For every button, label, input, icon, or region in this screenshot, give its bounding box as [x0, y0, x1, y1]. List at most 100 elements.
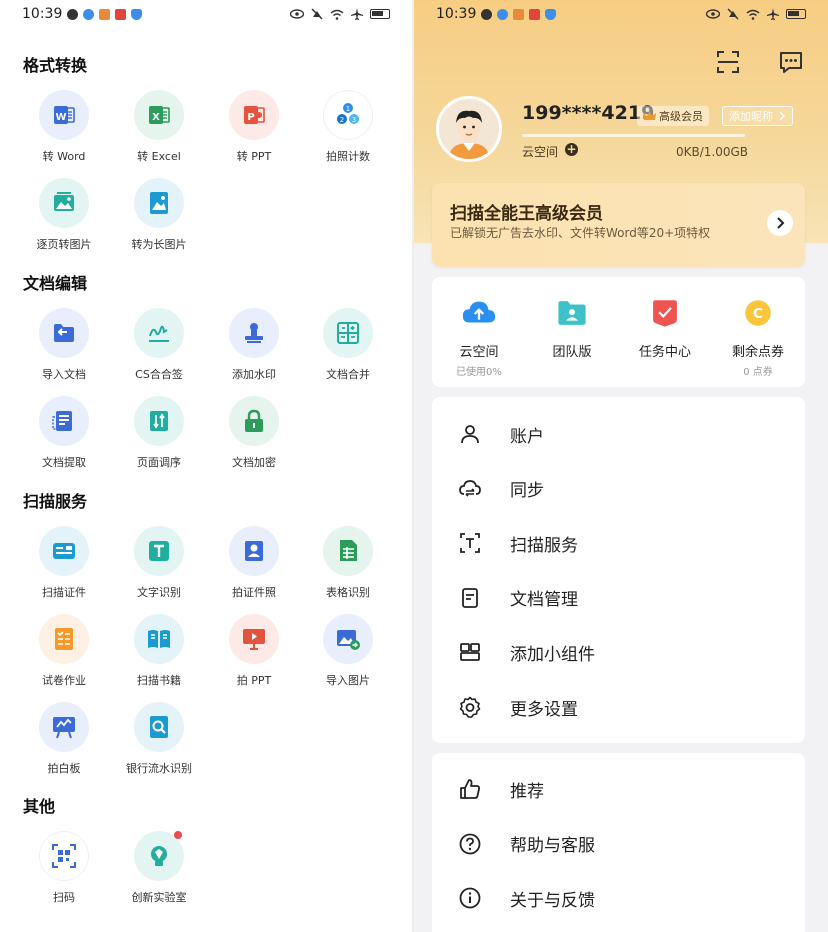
- tool-excel[interactable]: X 转 Excel: [112, 90, 206, 164]
- menu-item-info[interactable]: 关于与反馈: [458, 883, 798, 913]
- tool-image[interactable]: 逐页转图片: [17, 178, 111, 252]
- tool-label: 转 PPT: [236, 150, 272, 163]
- tool-ppt-photo[interactable]: 拍 PPT: [207, 614, 301, 688]
- cloud-upload-icon: [459, 293, 499, 333]
- menu-item-help[interactable]: 帮助与客服: [458, 829, 798, 859]
- team-icon: [552, 293, 592, 333]
- tool-table-recognition[interactable]: 表格识别: [301, 526, 395, 600]
- support-menu-card: 推荐帮助与客服关于与反馈: [432, 753, 805, 932]
- tool-label: 拍白板: [47, 762, 81, 775]
- clock: 10:39: [436, 6, 477, 22]
- vip-card[interactable]: 扫描全能王高级会员 已解锁无广告去水印、文件转Word等20+项特权: [432, 183, 805, 267]
- notification-icon: [67, 8, 79, 20]
- wifi-icon: [330, 9, 344, 20]
- tool-ppt[interactable]: P 转 PPT: [207, 90, 301, 164]
- tool-lock[interactable]: 文档加密: [207, 396, 301, 470]
- feature-team[interactable]: 团队版: [527, 293, 617, 360]
- feature-subtitle: 已使用0%: [456, 367, 502, 378]
- vip-card-title: 扫描全能王高级会员: [450, 204, 603, 224]
- widget-icon: [460, 643, 480, 662]
- new-badge-dot: [174, 831, 182, 839]
- chevron-right-icon: [779, 111, 785, 121]
- tool-label: 拍 PPT: [236, 674, 272, 687]
- add-cloud-icon[interactable]: +: [565, 143, 578, 156]
- menu-item-settings[interactable]: 更多设置: [458, 692, 798, 722]
- mute-icon: [311, 8, 323, 20]
- storage-bar: [522, 134, 745, 137]
- thumbs-up-icon: [460, 779, 480, 799]
- tool-label: 拍证件照: [232, 586, 276, 599]
- menu-item-thumbs-up[interactable]: 推荐: [458, 774, 798, 804]
- feature-task[interactable]: 任务中心: [620, 293, 710, 360]
- tool-whiteboard[interactable]: 拍白板: [17, 702, 111, 776]
- tool-label: 试卷作业: [42, 674, 86, 687]
- tool-exam[interactable]: 试卷作业: [17, 614, 111, 688]
- tool-book[interactable]: 扫描书籍: [112, 614, 206, 688]
- battery-icon: [786, 9, 806, 19]
- info-icon: [459, 887, 481, 909]
- tool-import-doc[interactable]: 导入文档: [17, 308, 111, 382]
- scan-text-icon: [460, 533, 480, 554]
- tool-label: 转为长图片: [131, 238, 187, 251]
- cloud-space-label: 云空间: [522, 145, 559, 159]
- svg-text:C: C: [753, 306, 763, 322]
- tool-qr-scan[interactable]: 扫码: [17, 831, 111, 905]
- tool-extract[interactable]: 文档提取: [17, 396, 111, 470]
- tool-label: 扫描证件: [42, 586, 86, 599]
- long-image-icon: [134, 178, 184, 228]
- tool-label: 导入图片: [326, 674, 370, 687]
- user-icon: [461, 425, 479, 444]
- avatar[interactable]: [436, 96, 502, 162]
- shield-icon: [131, 8, 143, 20]
- airplane-icon: [351, 8, 363, 20]
- feature-coupon[interactable]: C 剩余点券 0 点券: [713, 293, 803, 378]
- tool-reorder[interactable]: 页面调序: [112, 396, 206, 470]
- tool-watermark[interactable]: 添加水印: [207, 308, 301, 382]
- tool-label: 转 Excel: [137, 150, 181, 163]
- excel-icon: X: [134, 90, 184, 140]
- menu-item-user[interactable]: 账户: [458, 419, 798, 449]
- tool-merge[interactable]: 文档合并: [301, 308, 395, 382]
- tool-label: 页面调序: [137, 456, 181, 469]
- tool-long-image[interactable]: 转为长图片: [112, 178, 206, 252]
- add-nickname-button[interactable]: 添加昵称: [722, 106, 793, 126]
- vip-card-arrow[interactable]: [767, 210, 793, 236]
- tool-count[interactable]: 1 2 3 拍照计数: [301, 90, 395, 164]
- message-icon[interactable]: [778, 49, 804, 75]
- tool-id-card[interactable]: 扫描证件: [17, 526, 111, 600]
- tool-text-recognition[interactable]: 文字识别: [112, 526, 206, 600]
- tool-id-photo[interactable]: 拍证件照: [207, 526, 301, 600]
- tool-label: 扫描书籍: [137, 674, 181, 687]
- document-icon: [462, 587, 478, 608]
- crown-icon: [643, 110, 656, 120]
- menu-item-scan-text[interactable]: 扫描服务: [458, 528, 798, 558]
- vip-badge: 高级会员: [637, 106, 709, 126]
- feature-subtitle: 0 点券: [743, 367, 773, 378]
- exam-icon: [39, 614, 89, 664]
- merge-icon: [323, 308, 373, 358]
- feature-cloud-upload[interactable]: 云空间 已使用0%: [434, 293, 524, 378]
- tool-word[interactable]: W 转 Word: [17, 90, 111, 164]
- menu-item-widget[interactable]: 添加小组件: [458, 637, 798, 667]
- shield-icon: [545, 8, 557, 20]
- menu-item-document[interactable]: 文档管理: [458, 583, 798, 613]
- coupon-icon: C: [738, 293, 778, 333]
- tool-label: 文档提取: [42, 456, 86, 469]
- tool-lab[interactable]: 创新实验室: [112, 831, 206, 905]
- eye-icon: [290, 9, 304, 19]
- app-notification-icon: [497, 8, 509, 20]
- tool-signature[interactable]: CS合合签: [112, 308, 206, 382]
- menu-item-sync[interactable]: 同步: [458, 474, 798, 504]
- settings-menu-card: 账户同步扫描服务文档管理添加小组件更多设置: [432, 397, 805, 743]
- tool-import-image[interactable]: 导入图片: [301, 614, 395, 688]
- profile-panel: 10:39 199****4219 高级会员 添加昵称 云空间 + 0KB/1.…: [414, 0, 828, 932]
- menu-item-label: 账户: [510, 426, 544, 447]
- svg-text:3: 3: [352, 116, 356, 124]
- eye-icon: [706, 9, 720, 19]
- tool-label: 文档合并: [326, 368, 370, 381]
- scan-icon[interactable]: [715, 49, 741, 75]
- menu-item-label: 添加小组件: [510, 644, 595, 665]
- menu-item-label: 同步: [510, 481, 544, 502]
- tool-bank-statement[interactable]: 银行流水识别: [112, 702, 206, 776]
- whiteboard-icon: [39, 702, 89, 752]
